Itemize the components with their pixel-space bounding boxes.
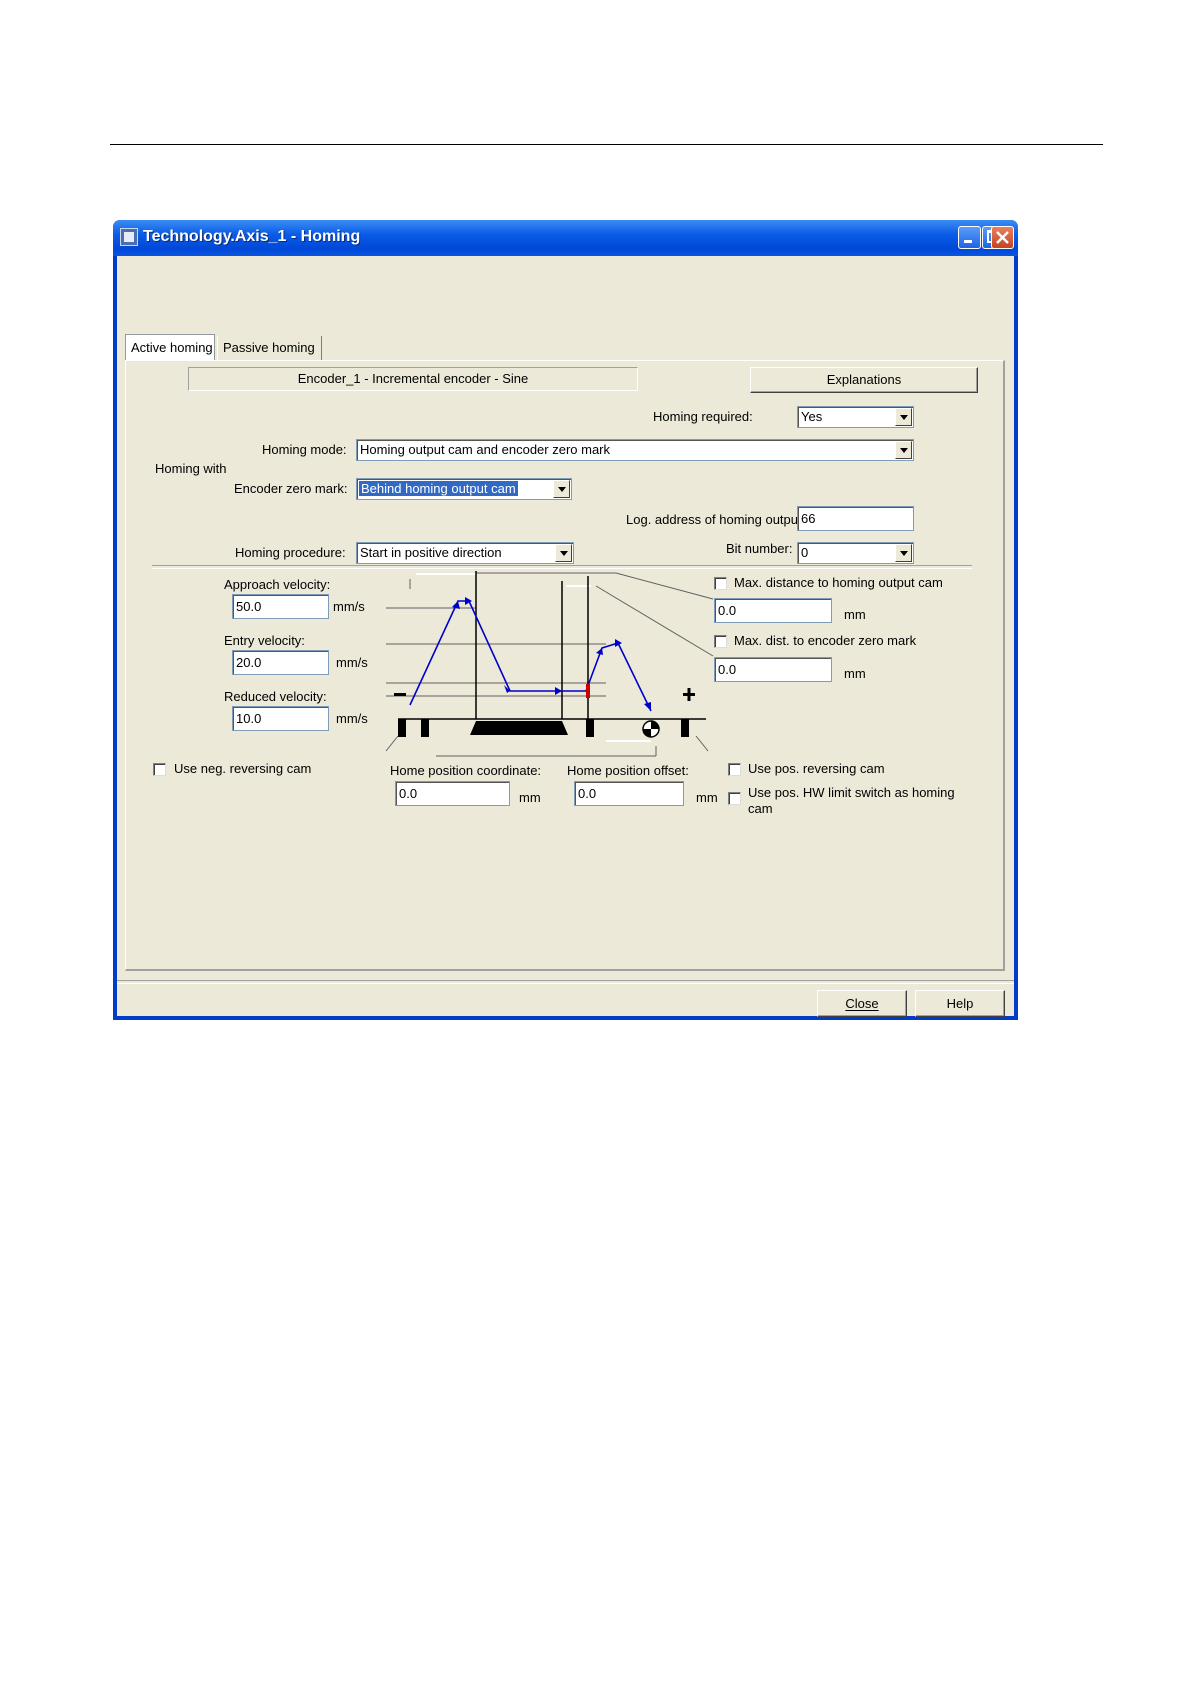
encoder-zero-mark-label: Encoder zero mark: — [234, 481, 348, 496]
tab-label: Active homing — [131, 340, 213, 355]
home-position-coordinate-label: Home position coordinate: — [390, 763, 542, 778]
bit-number-value: 0 — [801, 545, 809, 560]
dialog-client: Active homing Passive homing Encoder_1 -… — [117, 256, 1014, 1017]
homing-procedure-select[interactable]: Start in positive direction — [356, 542, 574, 564]
zero-mark-marker — [586, 684, 590, 698]
close-button-label: Close — [845, 996, 879, 1011]
homing-required-select[interactable]: Yes — [797, 406, 914, 428]
encoder-zero-mark-value: Behind homing output cam — [359, 481, 518, 496]
max-dist-zero-mark-unit: mm — [844, 666, 866, 681]
neg-reversing-cam-label: Use neg. reversing cam — [174, 761, 312, 776]
approach-velocity-unit: mm/s — [333, 599, 365, 614]
home-position-offset-unit: mm — [696, 790, 718, 805]
pos-hw-limit-checkbox[interactable] — [728, 792, 741, 805]
close-icon[interactable] — [991, 226, 1014, 249]
minimize-icon[interactable] — [958, 226, 981, 249]
home-position-icon — [642, 720, 660, 738]
home-position-coordinate-unit: mm — [519, 790, 541, 805]
bit-number-label: Bit number: — [726, 541, 793, 556]
tab-active-homing[interactable]: Active homing — [125, 334, 215, 361]
reduced-velocity-input[interactable]: 10.0 — [232, 706, 329, 731]
encoder-zero-mark-select[interactable]: Behind homing output cam — [356, 478, 572, 500]
plus-sign-icon — [683, 688, 695, 701]
home-position-offset-label: Home position offset: — [567, 763, 689, 778]
approach-velocity-input[interactable]: 50.0 — [232, 594, 329, 619]
window-title: Technology.Axis_1 - Homing — [143, 228, 361, 245]
max-dist-zero-mark-checkbox[interactable] — [714, 635, 727, 648]
explanations-button[interactable]: Explanations — [750, 367, 978, 393]
pos-hw-limit-label: Use pos. HW limit switch as homing — [748, 785, 955, 800]
tab-passive-homing[interactable]: Passive homing — [217, 336, 322, 360]
chevron-down-icon[interactable] — [553, 480, 570, 498]
home-position-coordinate-input[interactable]: 0.0 — [395, 781, 510, 806]
pos-reversing-cam-checkbox[interactable] — [728, 763, 741, 776]
close-button[interactable]: Close — [817, 990, 907, 1017]
log-address-label: Log. address of homing output — [626, 512, 802, 527]
entry-velocity-unit: mm/s — [336, 655, 368, 670]
homing-diagram — [385, 571, 714, 757]
diagram-verticals — [398, 571, 706, 720]
homing-dialog: Technology.Axis_1 - Homing Active homing… — [113, 220, 1018, 1020]
approach-velocity-label: Approach velocity: — [224, 577, 331, 592]
help-button-label: Help — [946, 996, 974, 1011]
homing-required-value: Yes — [801, 409, 823, 424]
section-separator — [152, 565, 972, 569]
chevron-down-icon[interactable] — [895, 408, 912, 426]
chevron-down-icon[interactable] — [555, 544, 572, 562]
entry-velocity-input[interactable]: 20.0 — [232, 650, 329, 675]
reduced-velocity-unit: mm/s — [336, 711, 368, 726]
neg-reversing-cam-checkbox[interactable] — [153, 763, 166, 776]
encoder-label: Encoder_1 - Incremental encoder - Sine — [188, 367, 638, 391]
homing-procedure-label: Homing procedure: — [235, 545, 346, 560]
home-position-offset-input[interactable]: 0.0 — [574, 781, 684, 806]
title-bar[interactable]: Technology.Axis_1 - Homing — [113, 220, 1018, 256]
homing-mode-value: Homing output cam and encoder zero mark — [360, 442, 611, 457]
bit-number-select[interactable]: 0 — [797, 542, 914, 564]
max-distance-cam-input[interactable]: 0.0 — [714, 598, 832, 623]
max-dist-zero-mark-label: Max. dist. to encoder zero mark — [734, 633, 917, 648]
pos-reversing-cam-label: Use pos. reversing cam — [748, 761, 885, 776]
homing-required-label: Homing required: — [653, 409, 753, 424]
max-distance-cam-label: Max. distance to homing output cam — [734, 575, 943, 590]
homing-mode-label: Homing mode: — [262, 442, 347, 457]
tab-panel: Encoder_1 - Incremental encoder - Sine E… — [125, 360, 1005, 971]
help-button[interactable]: Help — [915, 990, 1005, 1017]
homing-procedure-value: Start in positive direction — [360, 545, 502, 560]
entry-velocity-label: Entry velocity: — [224, 633, 305, 648]
pos-hw-limit-label-cont: cam — [748, 801, 773, 816]
chevron-down-icon[interactable] — [895, 544, 912, 562]
max-distance-cam-unit: mm — [844, 607, 866, 622]
log-address-input[interactable]: 66 — [797, 506, 914, 531]
minus-sign-icon — [394, 693, 406, 696]
chevron-down-icon[interactable] — [895, 441, 912, 459]
footer-separator — [117, 980, 1014, 984]
max-distance-cam-checkbox[interactable] — [714, 577, 727, 590]
app-icon — [120, 228, 138, 246]
homing-mode-select[interactable]: Homing output cam and encoder zero mark — [356, 439, 914, 461]
homing-with-label: Homing with — [155, 461, 227, 476]
page-header-rule — [110, 144, 1103, 145]
tab-label: Passive homing — [223, 340, 315, 355]
reduced-velocity-label: Reduced velocity: — [224, 689, 327, 704]
profile-arrows — [452, 597, 651, 711]
max-dist-zero-mark-input[interactable]: 0.0 — [714, 657, 832, 682]
velocity-profile — [409, 600, 652, 712]
